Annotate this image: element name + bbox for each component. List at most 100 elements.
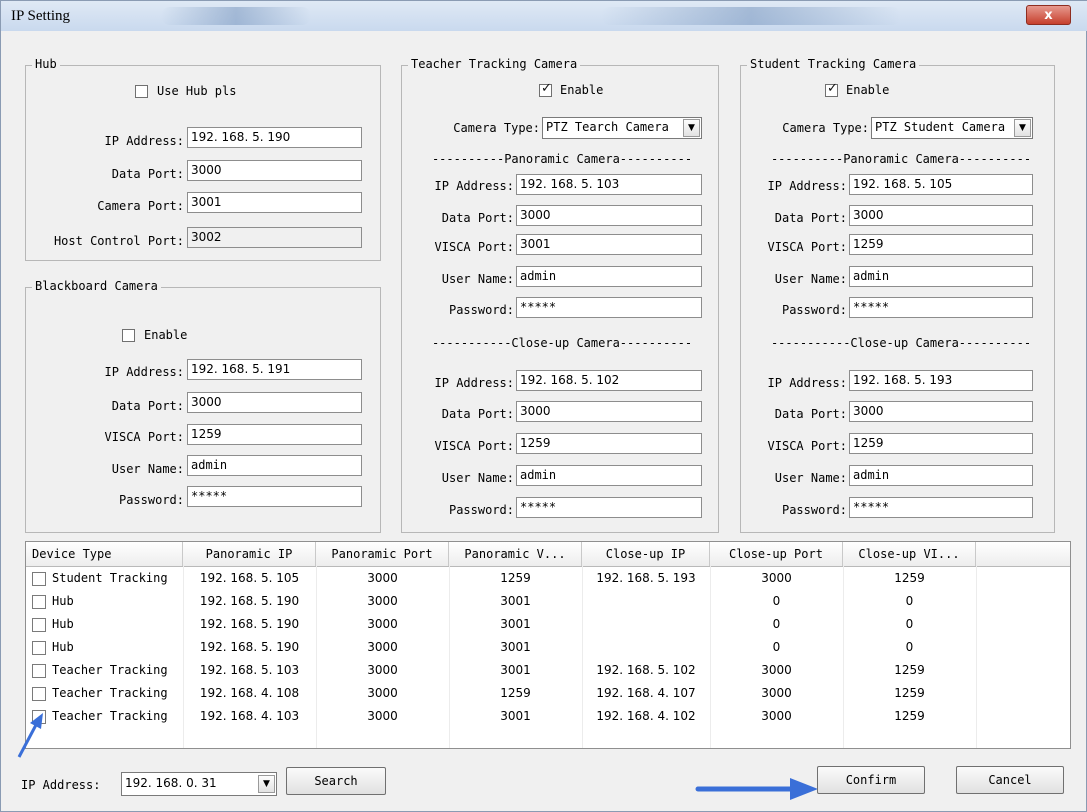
column-header-panoramic-port[interactable]: Panoramic Port [316, 542, 449, 566]
blackboard-ip-label: IP Address: [104, 365, 184, 379]
teacher-cu-data-port-label: Data Port: [441, 407, 514, 421]
student-camera-type-select[interactable]: PTZ Student Camera ▼ [871, 117, 1033, 139]
blackboard-data-port-input[interactable]: 3000 [187, 392, 362, 413]
student-cu-password-input[interactable]: ***** [849, 497, 1033, 518]
hub-data-port-input[interactable]: 3000 [187, 160, 362, 181]
footer-ip-select[interactable]: 192. 168. 0. 31 ▼ [121, 772, 277, 796]
student-camera-type-value: PTZ Student Camera [875, 120, 1006, 134]
teacher-pan-user-input[interactable]: admin [516, 266, 702, 287]
cell-pan-ip: 192. 168. 5. 190 [199, 640, 300, 654]
column-header-closeup-visca[interactable]: Close-up VI... [843, 542, 976, 566]
close-button[interactable]: x [1026, 5, 1071, 25]
blackboard-group: Blackboard Camera Enable IP Address: 192… [25, 279, 381, 533]
hub-group: Hub Use Hub pls IP Address: 192. 168. 5.… [25, 57, 381, 261]
table-row[interactable]: Hub 192. 168. 5. 190 3000 3001 0 0 [26, 636, 1070, 659]
student-pan-ip-input[interactable]: 192. 168. 5. 105 [849, 174, 1033, 195]
cell-pan-ip: 192. 168. 5. 103 [199, 663, 300, 677]
student-pan-visca-input[interactable]: 1259 [849, 234, 1033, 255]
blackboard-visca-label: VISCA Port: [104, 430, 184, 444]
dropdown-arrow-icon[interactable]: ▼ [1014, 119, 1031, 137]
cell-device: Teacher Tracking [52, 709, 168, 723]
student-pan-user-input[interactable]: admin [849, 266, 1033, 287]
table-row[interactable]: Teacher Tracking 192. 168. 4. 103 3000 3001… [26, 705, 1070, 728]
student-cu-user-input[interactable]: admin [849, 465, 1033, 486]
hub-camera-port-input[interactable]: 3001 [187, 192, 362, 213]
teacher-pan-user-label: User Name: [441, 272, 514, 286]
student-enable-checkbox[interactable]: ✓ [825, 81, 838, 97]
column-header-device-type[interactable]: Device Type [26, 542, 183, 566]
cell-device: Hub [52, 594, 74, 608]
teacher-cu-ip-input[interactable]: 192. 168. 5. 102 [516, 370, 702, 391]
title-bar[interactable]: IP Setting x [1, 1, 1087, 31]
teacher-pan-password-input[interactable]: ***** [516, 297, 702, 318]
column-header-closeup-ip[interactable]: Close-up IP [582, 542, 710, 566]
teacher-enable-label: Enable [560, 83, 604, 97]
row-checkbox[interactable] [32, 664, 46, 678]
cell-pan-visca: 3001 [500, 709, 531, 723]
device-table[interactable]: Device Type Panoramic IP Panoramic Port … [25, 541, 1071, 749]
cell-device: Student Tracking [52, 571, 168, 585]
use-hub-checkbox[interactable] [135, 85, 148, 98]
cancel-button[interactable]: Cancel [956, 766, 1064, 794]
student-cu-data-port-input[interactable]: 3000 [849, 401, 1033, 422]
dropdown-arrow-icon[interactable]: ▼ [683, 119, 700, 137]
cell-cu-port: 3000 [761, 663, 792, 677]
student-camera-group: Student Tracking Camera ✓ Enable Camera … [740, 57, 1055, 533]
cell-pan-ip: 192. 168. 5. 105 [199, 571, 300, 585]
teacher-cu-user-label: User Name: [441, 471, 514, 485]
ip-setting-window: IP Setting x Hub Use Hub pls IP Address:… [0, 0, 1087, 812]
column-header-panoramic-ip[interactable]: Panoramic IP [183, 542, 316, 566]
blackboard-enable-checkbox[interactable] [122, 329, 135, 342]
row-checkbox[interactable] [32, 618, 46, 632]
student-cu-visca-label: VISCA Port: [767, 439, 847, 453]
student-type-label: Camera Type: [782, 121, 869, 135]
teacher-cu-visca-label: VISCA Port: [434, 439, 514, 453]
row-checkbox[interactable] [32, 641, 46, 655]
cell-cu-ip: 192. 168. 5. 102 [596, 663, 696, 677]
teacher-pan-ip-input[interactable]: 192. 168. 5. 103 [516, 174, 702, 195]
column-header-panoramic-visca[interactable]: Panoramic V... [449, 542, 582, 566]
blackboard-user-input[interactable]: admin [187, 455, 362, 476]
table-row[interactable]: Hub 192. 168. 5. 190 3000 3001 0 0 [26, 613, 1070, 636]
teacher-camera-type-select[interactable]: PTZ Tearch Camera ▼ [542, 117, 702, 139]
table-row[interactable]: Hub 192. 168. 5. 190 3000 3001 0 0 [26, 590, 1070, 613]
row-checkbox[interactable] [32, 687, 46, 701]
table-row[interactable]: Student Tracking 192. 168. 5. 105 3000 1259… [26, 567, 1070, 590]
close-icon: x [1044, 8, 1053, 23]
teacher-pan-visca-input[interactable]: 3001 [516, 234, 702, 255]
teacher-cu-data-port-input[interactable]: 3000 [516, 401, 702, 422]
hub-ip-input[interactable]: 192. 168. 5. 190 [187, 127, 362, 148]
blackboard-password-input[interactable]: ***** [187, 486, 362, 507]
dropdown-arrow-icon[interactable]: ▼ [258, 775, 275, 793]
cell-cu-visca: 1259 [894, 663, 925, 677]
student-group-title: Student Tracking Camera [747, 57, 920, 71]
hub-host-port-label: Host Control Port: [53, 234, 184, 248]
teacher-cu-password-input[interactable]: ***** [516, 497, 702, 518]
row-checkbox[interactable] [32, 572, 46, 586]
student-panoramic-divider: ----------Panoramic Camera---------- [770, 152, 1032, 166]
student-cu-ip-input[interactable]: 192. 168. 5. 193 [849, 370, 1033, 391]
search-button[interactable]: Search [286, 767, 386, 795]
blackboard-ip-input[interactable]: 192. 168. 5. 191 [187, 359, 362, 380]
annotation-arrow-right [695, 778, 818, 800]
footer-ip-label: IP Address: [21, 778, 101, 792]
row-checkbox[interactable] [32, 595, 46, 609]
confirm-button[interactable]: Confirm [817, 766, 925, 794]
blackboard-visca-input[interactable]: 1259 [187, 424, 362, 445]
student-pan-password-input[interactable]: ***** [849, 297, 1033, 318]
column-header-closeup-port[interactable]: Close-up Port [710, 542, 843, 566]
teacher-cu-visca-input[interactable]: 1259 [516, 433, 702, 454]
teacher-pan-data-port-input[interactable]: 3000 [516, 205, 702, 226]
cell-device: Hub [52, 640, 74, 654]
teacher-camera-type-value: PTZ Tearch Camera [546, 120, 669, 134]
teacher-enable-checkbox[interactable]: ✓ [539, 81, 552, 97]
cell-pan-port: 3000 [367, 571, 398, 585]
teacher-cu-ip-label: IP Address: [434, 376, 514, 390]
teacher-cu-user-input[interactable]: admin [516, 465, 702, 486]
student-cu-visca-input[interactable]: 1259 [849, 433, 1033, 454]
table-row[interactable]: Teacher Tracking 192. 168. 5. 103 3000 3001… [26, 659, 1070, 682]
student-pan-data-port-input[interactable]: 3000 [849, 205, 1033, 226]
hub-host-port-input[interactable]: 3002 [187, 227, 362, 248]
title-bar-glare [161, 7, 311, 25]
table-row[interactable]: Teacher Tracking 192. 168. 4. 108 3000 1259… [26, 682, 1070, 705]
